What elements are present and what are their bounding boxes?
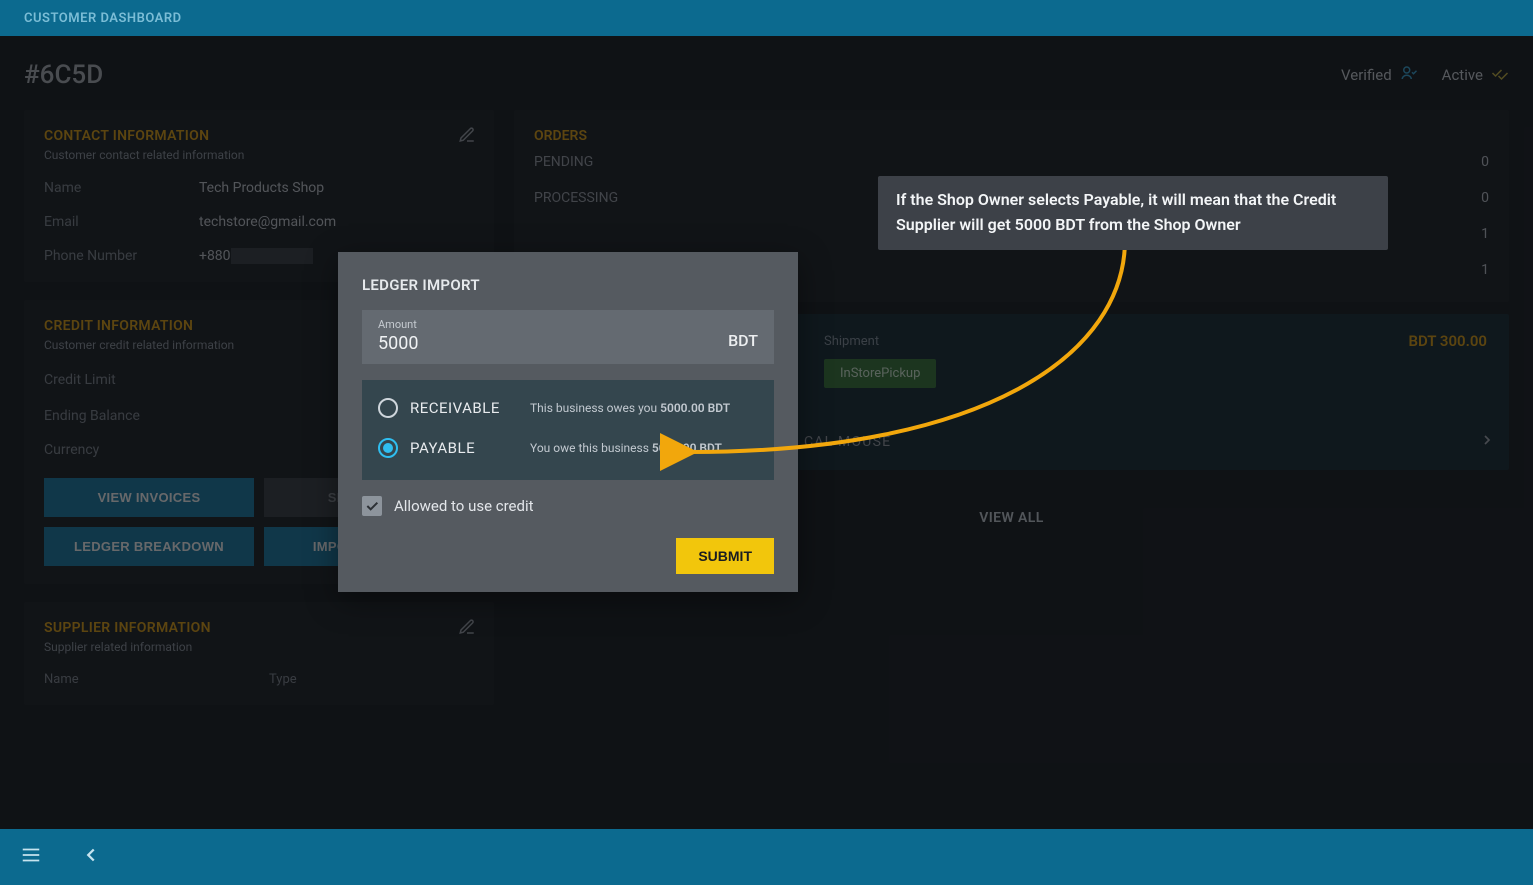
contact-phone-value: +880 (199, 248, 313, 264)
amount-value: 5000 (378, 333, 418, 354)
ledger-breakdown-button[interactable]: LEDGER BREAKDOWN (44, 527, 254, 566)
contact-name-key: Name (44, 180, 199, 196)
user-check-icon (1400, 64, 1418, 86)
chevron-left-icon[interactable] (80, 844, 102, 870)
shipment-label: Shipment (824, 334, 1489, 349)
verified-badge: Verified (1341, 64, 1418, 86)
contact-email-key: Email (44, 214, 199, 230)
page-section-title: CUSTOMER DASHBOARD (24, 11, 182, 26)
receivable-desc: This business owes you 5000.00 BDT (530, 401, 730, 415)
amount-currency: BDT (728, 331, 758, 354)
contact-title: CONTACT INFORMATION (44, 128, 474, 144)
order-row-pending: PENDING0 (534, 144, 1489, 180)
currency-key: Currency (44, 442, 99, 458)
modal-title: LEDGER IMPORT (338, 270, 798, 304)
edit-contact-button[interactable] (458, 126, 476, 148)
amount-input[interactable]: Amount 5000 BDT (362, 310, 774, 364)
submit-button[interactable]: SUBMIT (676, 538, 774, 574)
edit-supplier-button[interactable] (458, 618, 476, 640)
double-check-icon (1491, 64, 1509, 86)
chevron-right-icon[interactable] (1479, 432, 1495, 452)
contact-email-value: techstore@gmail.com (199, 214, 336, 230)
contact-subtitle: Customer contact related information (44, 148, 474, 162)
top-bar: CUSTOMER DASHBOARD (0, 0, 1533, 36)
menu-icon[interactable] (20, 844, 42, 870)
contact-name-row: Name Tech Products Shop (44, 180, 474, 196)
view-invoices-button[interactable]: VIEW INVOICES (44, 478, 254, 517)
ledger-import-modal: LEDGER IMPORT Amount 5000 BDT RECEIVABLE… (338, 252, 798, 592)
active-badge: Active (1442, 64, 1509, 86)
radio-selected-icon (378, 438, 398, 458)
radio-group: RECEIVABLE This business owes you 5000.0… (362, 380, 774, 480)
checkbox-checked-icon (362, 496, 382, 516)
payable-desc: You owe this business 5000.00 BDT (530, 441, 722, 455)
orders-title: ORDERS (534, 128, 1489, 144)
order-price: BDT 300.00 (1408, 332, 1487, 350)
radio-unselected-icon (378, 398, 398, 418)
amount-label: Amount (378, 318, 418, 331)
supplier-type-header: Type (269, 672, 297, 687)
supplier-name-header: Name (44, 672, 269, 687)
contact-name-value: Tech Products Shop (199, 180, 324, 196)
contact-phone-key: Phone Number (44, 248, 199, 264)
customer-id: #6C5D (24, 60, 103, 90)
verified-label: Verified (1341, 66, 1392, 84)
modal-actions: SUBMIT (338, 516, 798, 592)
receivable-radio[interactable]: RECEIVABLE This business owes you 5000.0… (378, 388, 758, 428)
allowed-credit-label: Allowed to use credit (394, 497, 534, 515)
active-label: Active (1442, 66, 1483, 84)
status-badges: Verified Active (1341, 64, 1509, 86)
allowed-credit-checkbox[interactable]: Allowed to use credit (362, 496, 774, 516)
contact-email-row: Email techstore@gmail.com (44, 214, 474, 230)
order-item-name: CAL MOUSE (804, 434, 1489, 450)
supplier-title: SUPPLIER INFORMATION (44, 620, 474, 636)
bottom-bar (0, 829, 1533, 885)
credit-limit-key: Credit Limit (44, 372, 116, 388)
supplier-card: SUPPLIER INFORMATION Supplier related in… (24, 602, 494, 705)
supplier-subtitle: Supplier related information (44, 640, 474, 654)
ending-balance-key: Ending Balance (44, 408, 140, 424)
payable-label: PAYABLE (410, 439, 518, 457)
receivable-label: RECEIVABLE (410, 399, 518, 417)
redacted-phone (231, 248, 313, 264)
payable-radio[interactable]: PAYABLE You owe this business 5000.00 BD… (378, 428, 758, 468)
page-header: #6C5D Verified Active (0, 36, 1533, 90)
annotation-callout: If the Shop Owner selects Payable, it wi… (878, 176, 1388, 250)
shipment-badge: InStorePickup (824, 359, 936, 388)
